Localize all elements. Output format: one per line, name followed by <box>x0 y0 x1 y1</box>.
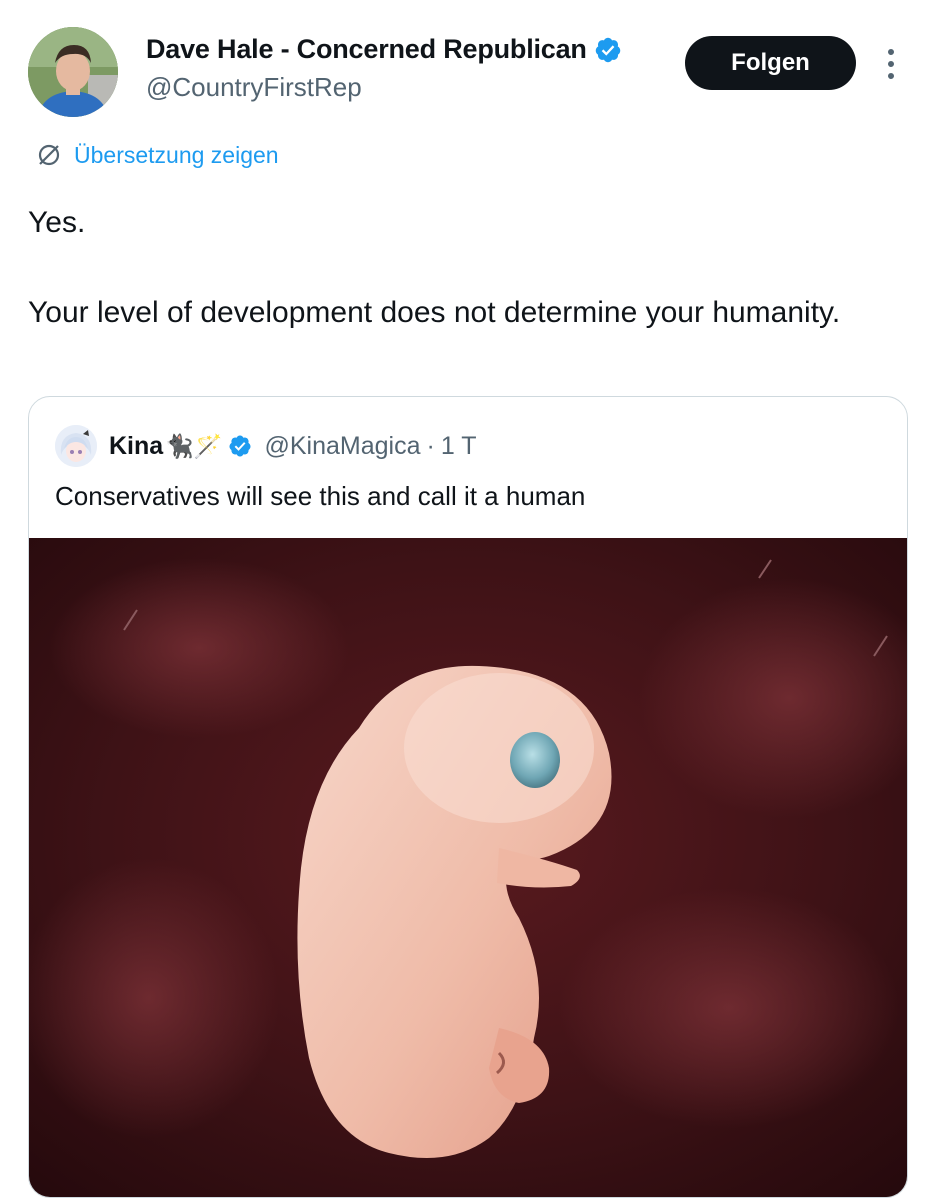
author-name[interactable]: Dave Hale - Concerned Republican <box>146 34 622 65</box>
quoted-tweet-text: Conservatives will see this and call it … <box>55 481 586 511</box>
quoted-media-image[interactable] <box>29 538 907 1197</box>
quoted-tweet-card[interactable]: Kina 🐈‍⬛🪄 @KinaMagica · 1 T Conservative… <box>28 396 908 1198</box>
more-dot <box>888 61 894 67</box>
author-name-text: Dave Hale - Concerned Republican <box>146 34 587 64</box>
tweet-text: Yes. Your level of development does not … <box>28 200 908 335</box>
quoted-tweet-header: Kina 🐈‍⬛🪄 @KinaMagica · 1 T <box>55 425 476 467</box>
tweet-text-line: Yes. <box>28 206 86 239</box>
show-translation-label: Übersetzung zeigen <box>74 141 279 168</box>
verified-badge-icon <box>595 37 620 62</box>
author-avatar-image <box>28 27 118 117</box>
translate-globe-icon <box>38 144 60 166</box>
more-vertical-icon[interactable] <box>876 44 906 84</box>
quoted-author-avatar-image <box>55 425 97 467</box>
quoted-author-name[interactable]: Kina <box>109 432 163 461</box>
quoted-timestamp[interactable]: 1 T <box>441 432 477 461</box>
author-avatar[interactable] <box>28 27 118 117</box>
embryo-photo <box>29 538 907 1197</box>
tweet-text-line: Your level of development does not deter… <box>28 296 841 329</box>
verified-badge-icon <box>229 435 251 457</box>
more-dot <box>888 49 894 55</box>
show-translation-link[interactable]: Übersetzung zeigen <box>34 140 279 170</box>
quoted-separator: · <box>426 431 435 460</box>
quoted-author-handle[interactable]: @KinaMagica <box>264 432 420 461</box>
more-dot <box>888 73 894 79</box>
follow-button[interactable]: Folgen <box>685 36 856 90</box>
quoted-author-avatar[interactable] <box>55 425 97 467</box>
quoted-author-emoji: 🐈‍⬛🪄 <box>165 433 223 460</box>
author-handle[interactable]: @CountryFirstRep <box>146 72 362 103</box>
